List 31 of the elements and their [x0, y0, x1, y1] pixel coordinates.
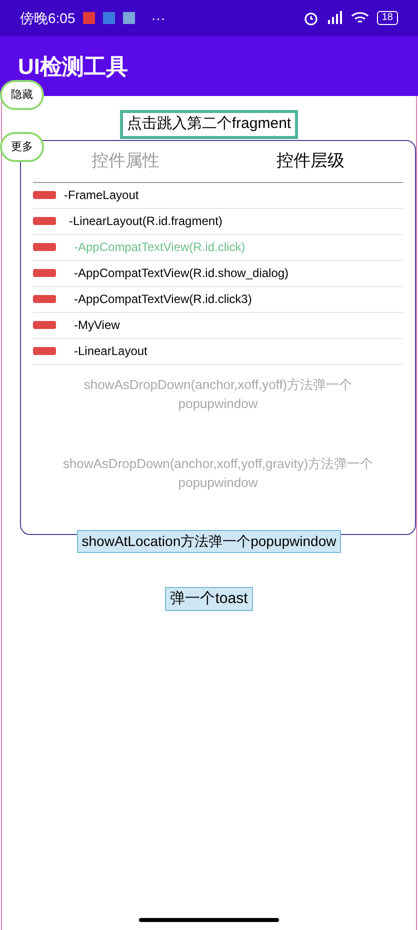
more-notifications: ···: [151, 8, 166, 28]
status-time: 傍晚6:05: [20, 8, 76, 28]
alarm-icon: [302, 10, 319, 26]
tag-icon: [33, 191, 56, 199]
tree-item[interactable]: -AppCompatTextView(R.id.click3): [33, 286, 403, 312]
tag-icon: [33, 269, 56, 277]
notification-icon: [103, 12, 116, 24]
more-button[interactable]: 更多: [0, 132, 44, 162]
popup-button[interactable]: showAtLocation方法弹一个popupwindow: [76, 530, 342, 552]
tag-icon: [33, 347, 56, 355]
hide-button[interactable]: 隐藏: [0, 80, 44, 110]
tree-item[interactable]: -LinearLayout(R.id.fragment): [33, 208, 403, 234]
toast-button[interactable]: 弹一个toast: [165, 586, 253, 611]
signal-icon: [326, 11, 343, 25]
tree-item[interactable]: -MyView: [33, 312, 403, 338]
tree-item[interactable]: -FrameLayout: [33, 182, 403, 208]
wifi-icon: [350, 11, 369, 25]
tag-icon: [33, 243, 56, 251]
tree-item[interactable]: -AppCompatTextView(R.id.show_dialog): [33, 260, 403, 286]
battery-indicator: 18: [376, 11, 398, 25]
tag-icon: [33, 217, 56, 225]
app-title: UI检测工具: [18, 52, 128, 80]
notification-icon: [83, 12, 96, 24]
tree-item[interactable]: -LinearLayout: [33, 338, 403, 364]
faded-label: showAsDropDown(anchor,xoff,yoff,gravity)方法弹一个popupwindow: [62, 454, 374, 492]
faded-label: showAsDropDown(anchor,xoff,yoff)方法弹一个popupwindow: [82, 376, 354, 413]
fragment-button[interactable]: 点击跳入第二个fragment: [120, 110, 298, 138]
tag-icon: [33, 321, 56, 329]
notification-icon: [123, 12, 136, 24]
tag-icon: [33, 295, 56, 303]
panel-tab[interactable]: 控件层级: [276, 148, 344, 174]
